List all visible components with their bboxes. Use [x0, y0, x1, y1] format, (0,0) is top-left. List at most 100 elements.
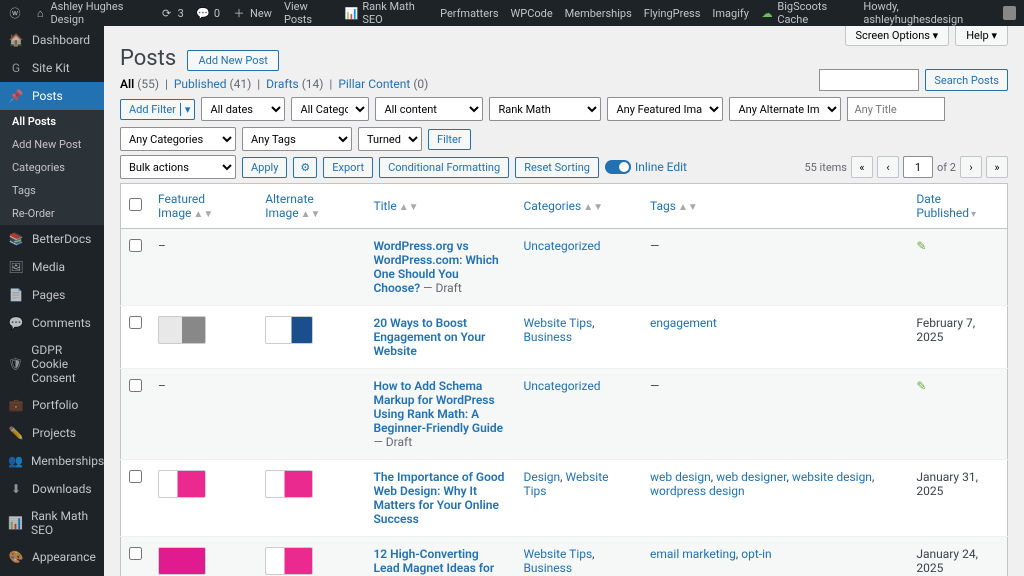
screen-options-button[interactable]: Screen Options ▾ [845, 26, 950, 46]
howdy-link[interactable]: Howdy, ashleyhughesdesign [863, 0, 994, 26]
post-title-link[interactable]: How to Add Schema Markup for WordPress U… [373, 379, 503, 435]
sidebar-item-rank-math-seo[interactable]: 📊Rank Math SEO [0, 503, 104, 543]
categories-select[interactable]: All Categories [291, 97, 369, 121]
rankmath-select[interactable]: Rank Math [489, 97, 601, 121]
apply-button[interactable]: Apply [242, 157, 287, 178]
sidebar-item-embedpress[interactable]: ▶EmbedPress [0, 571, 104, 576]
site-name-link[interactable]: ⌂Ashley Hughes Design [34, 0, 148, 26]
category-link[interactable]: Uncategorized [523, 379, 600, 393]
any-categories-select[interactable]: Any Categories [120, 127, 236, 151]
search-button[interactable]: Search Posts [925, 69, 1008, 91]
adminbar-imagify[interactable]: Imagify [712, 7, 749, 20]
tag-link[interactable]: website design [792, 470, 872, 484]
category-link[interactable]: Uncategorized [523, 239, 600, 253]
pencil-icon[interactable]: ✎ [916, 239, 926, 253]
col-date[interactable]: Date Published▾ [908, 184, 1007, 229]
wordpress-logo[interactable]: ⓦ [8, 6, 22, 20]
page-prev-button[interactable]: ‹ [877, 156, 899, 178]
updates-link[interactable]: ⟳3 [160, 6, 184, 20]
search-input[interactable] [819, 69, 919, 91]
adminbar-memberships[interactable]: Memberships [565, 7, 632, 20]
featured-image-select[interactable]: Any Featured Image [607, 97, 723, 121]
post-title-link[interactable]: The Importance of Good Web Design: Why I… [373, 470, 504, 526]
avatar[interactable] [1003, 6, 1016, 20]
submenu-item[interactable]: Add New Post [0, 133, 104, 156]
row-checkbox[interactable] [129, 316, 142, 329]
sidebar-item-appearance[interactable]: 🎨Appearance [0, 543, 104, 571]
content-select[interactable]: All content [375, 97, 483, 121]
settings-icon-button[interactable]: ⚙ [293, 157, 317, 178]
add-filter-button[interactable]: Add Filter▾ [120, 99, 195, 120]
submenu-item[interactable]: Tags [0, 179, 104, 202]
tag-link[interactable]: opt-in [741, 547, 771, 561]
row-checkbox[interactable] [129, 547, 142, 560]
sidebar-item-posts[interactable]: 📌Posts [0, 82, 104, 110]
featured-thumb[interactable] [158, 470, 206, 498]
view-pillar[interactable]: Pillar Content [338, 77, 410, 91]
title-filter-input[interactable] [847, 97, 945, 121]
category-link[interactable]: Business [523, 330, 572, 344]
adminbar-viewposts[interactable]: View Posts [284, 0, 333, 26]
adminbar-wpcode[interactable]: WPCode [511, 7, 553, 20]
col-alternate[interactable]: Alternate Image▲▼ [257, 184, 365, 229]
sidebar-item-betterdocs[interactable]: 📚BetterDocs [0, 225, 104, 253]
sidebar-item-media[interactable]: 🖼Media [0, 253, 104, 281]
post-title-link[interactable]: 12 High-Converting Lead Magnet Ideas for… [373, 547, 494, 576]
page-first-button[interactable]: « [851, 156, 873, 178]
tag-link[interactable]: email marketing [650, 547, 736, 561]
filter-button[interactable]: Filter [428, 129, 471, 150]
sidebar-item-portfolio[interactable]: 💼Portfolio [0, 391, 104, 419]
featured-thumb[interactable] [158, 316, 206, 344]
page-last-button[interactable]: » [986, 156, 1008, 178]
col-categories[interactable]: Categories▲▼ [515, 184, 642, 229]
page-next-button[interactable]: › [960, 156, 982, 178]
alternate-thumb[interactable] [265, 470, 313, 498]
sidebar-item-dashboard[interactable]: 🏠Dashboard [0, 26, 104, 54]
submenu-item[interactable]: Categories [0, 156, 104, 179]
sidebar-item-projects[interactable]: ✏️Projects [0, 419, 104, 447]
sidebar-item-comments[interactable]: 💬Comments [0, 309, 104, 337]
select-all-checkbox[interactable] [129, 198, 142, 211]
tag-link[interactable]: engagement [650, 316, 717, 330]
col-tags[interactable]: Tags▲▼ [642, 184, 908, 229]
view-drafts[interactable]: Drafts [266, 77, 299, 91]
sidebar-item-memberships[interactable]: 👥Memberships [0, 447, 104, 475]
submenu-item[interactable]: Re-Order [0, 202, 104, 225]
adminbar-rankmath[interactable]: 📊Rank Math SEO [345, 0, 428, 26]
any-tags-select[interactable]: Any Tags [242, 127, 352, 151]
row-checkbox[interactable] [129, 379, 142, 392]
tag-link[interactable]: web design [650, 470, 711, 484]
alternate-thumb[interactable] [265, 316, 313, 344]
sidebar-item-gdpr-cookie-consent[interactable]: 🛡GDPR Cookie Consent [0, 337, 104, 391]
conditional-formatting-button[interactable]: Conditional Formatting [379, 157, 509, 178]
adminbar-flyingpress[interactable]: FlyingPress [644, 7, 701, 20]
inline-edit-toggle[interactable]: Inline Edit [605, 160, 687, 174]
post-title-link[interactable]: 20 Ways to Boost Engagement on Your Webs… [373, 316, 485, 358]
category-link[interactable]: Website Tips [523, 547, 592, 561]
category-link[interactable]: Design [523, 470, 560, 484]
tag-link[interactable]: web designer [716, 470, 786, 484]
pencil-icon[interactable]: ✎ [916, 379, 926, 393]
new-menu[interactable]: ＋New [232, 6, 272, 20]
category-link[interactable]: Business [523, 561, 572, 575]
sidebar-item-downloads[interactable]: ⬇Downloads [0, 475, 104, 503]
row-checkbox[interactable] [129, 470, 142, 483]
turned-off-select[interactable]: Turned Off [358, 127, 422, 151]
col-title[interactable]: Title▲▼ [365, 184, 515, 229]
adminbar-bigscoots[interactable]: ☁BigScoots Cache [761, 0, 851, 26]
category-link[interactable]: Website Tips [523, 316, 592, 330]
view-all[interactable]: All [120, 77, 134, 91]
dates-select[interactable]: All dates [201, 97, 285, 121]
add-new-post-button[interactable]: Add New Post [187, 50, 278, 71]
alternate-image-select[interactable]: Any Alternate Image [729, 97, 841, 121]
sidebar-item-site-kit[interactable]: GSite Kit [0, 54, 104, 82]
alternate-thumb[interactable] [265, 547, 313, 575]
submenu-item[interactable]: All Posts [0, 110, 104, 133]
comments-link[interactable]: 💬0 [196, 6, 220, 20]
sidebar-item-pages[interactable]: 📄Pages [0, 281, 104, 309]
bulk-actions-select[interactable]: Bulk actions [120, 155, 236, 179]
adminbar-perfmatters[interactable]: Perfmatters [440, 7, 498, 20]
view-published[interactable]: Published [174, 77, 227, 91]
help-button[interactable]: Help ▾ [955, 26, 1008, 46]
tag-link[interactable]: wordpress design [650, 484, 745, 498]
